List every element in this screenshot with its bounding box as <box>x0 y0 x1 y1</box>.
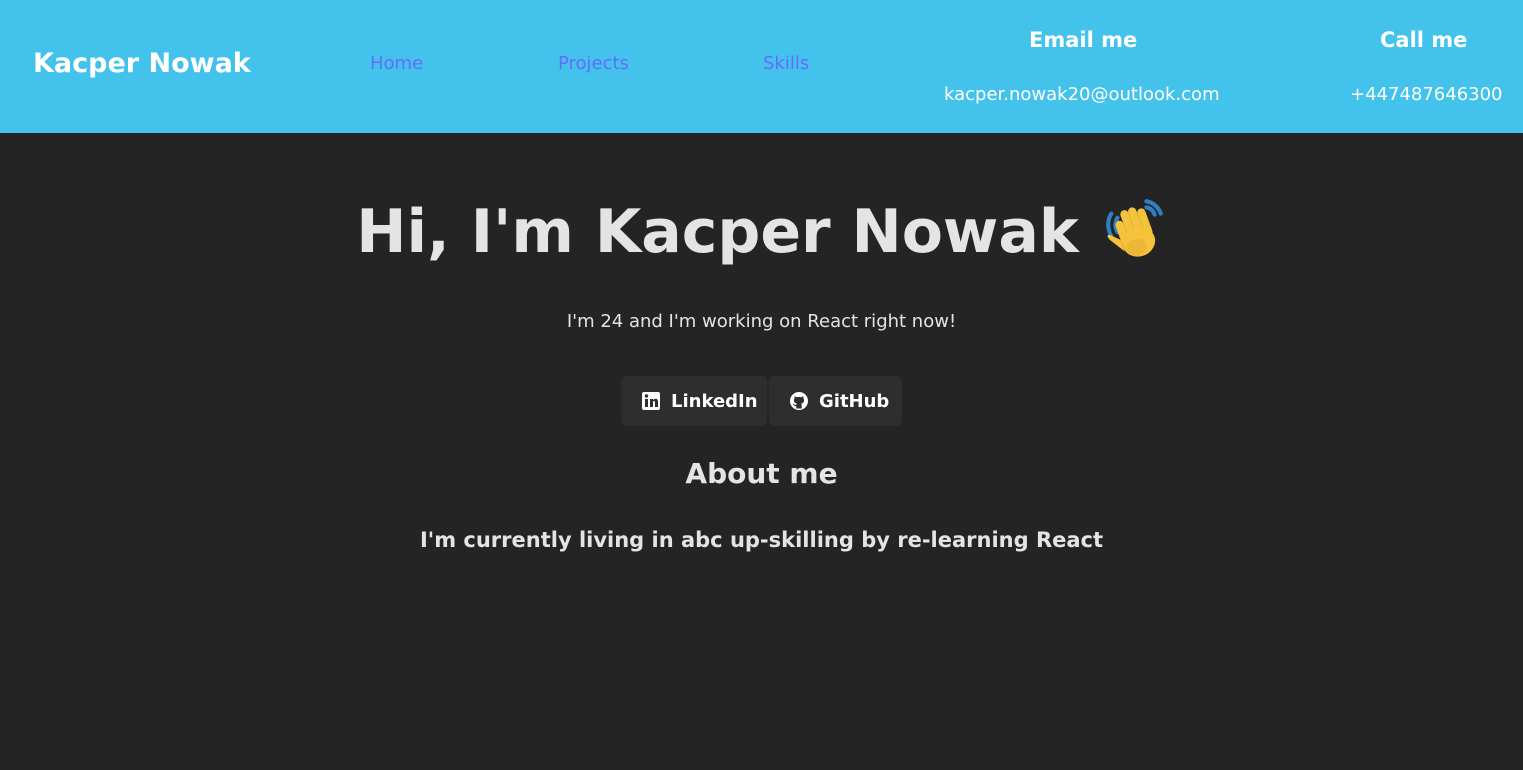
hero-subtitle: I'm 24 and I'm working on React right no… <box>566 311 957 332</box>
hero-heading: Hi, I'm Kacper Nowak <box>0 196 1523 268</box>
github-button[interactable]: GitHub <box>769 376 902 426</box>
social-buttons: LinkedIn GitHub <box>621 376 902 426</box>
phone-number[interactable]: +447487646300 <box>1350 83 1503 107</box>
waving-hand-icon <box>1101 195 1167 261</box>
nav-link-projects[interactable]: Projects <box>558 52 629 76</box>
github-label: GitHub <box>819 390 890 412</box>
linkedin-icon <box>641 391 661 411</box>
hero-title-text: Hi, I'm Kacper Nowak <box>356 197 1079 267</box>
about-heading: About me <box>685 457 838 490</box>
brand-name: Kacper Nowak <box>33 48 251 79</box>
linkedin-label: LinkedIn <box>671 390 758 412</box>
about-text: I'm currently living in abc up-skilling … <box>419 528 1104 552</box>
main-content: Hi, I'm Kacper Nowak I'm 24 and I'm work… <box>0 133 1523 770</box>
github-icon <box>789 391 809 411</box>
email-address[interactable]: kacper.nowak20@outlook.com <box>944 83 1220 107</box>
email-title: Email me <box>1029 28 1138 52</box>
header-bar: Kacper Nowak Home Projects Skills Email … <box>0 0 1523 133</box>
nav-link-skills[interactable]: Skills <box>763 52 809 76</box>
linkedin-button[interactable]: LinkedIn <box>621 376 767 426</box>
nav-link-home[interactable]: Home <box>370 52 423 76</box>
phone-title: Call me <box>1380 28 1468 52</box>
